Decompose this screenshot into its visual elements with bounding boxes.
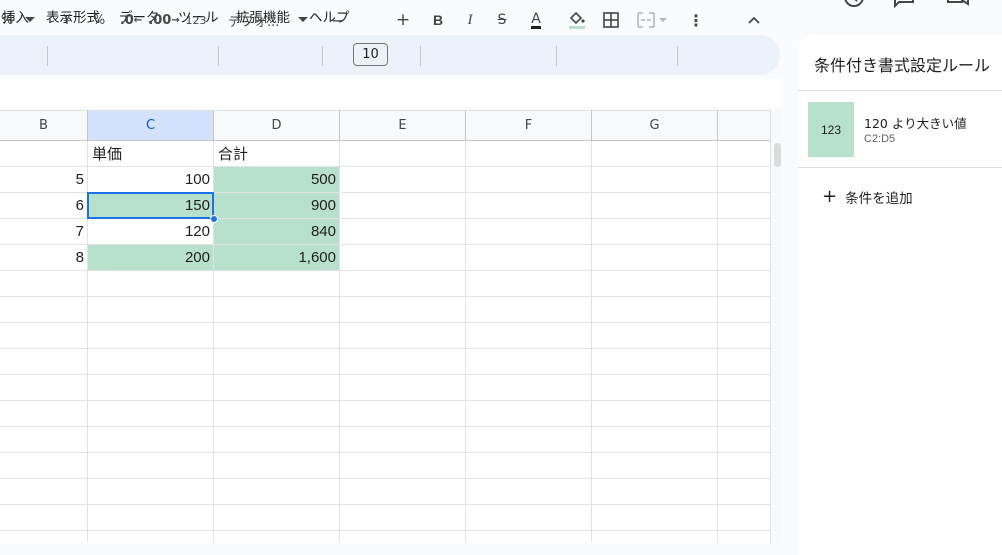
strikethrough-button[interactable]: S [492,0,512,40]
chevron-up-icon [748,16,760,24]
text-color-label: A [531,10,541,29]
cell-b-row4[interactable]: 8 [0,245,88,270]
cell-c-row4[interactable]: 200 [88,245,214,270]
cell-d-row2[interactable]: 900 [214,193,340,218]
meet-icon[interactable] [946,0,970,12]
borders-button[interactable] [600,0,622,40]
rule-description: 120 より大きい値 [864,116,967,131]
vertical-scrollbar[interactable] [770,110,782,542]
toolbar [0,35,780,75]
column-header-h[interactable] [718,110,770,141]
percent-partial-button[interactable]: % [0,0,14,40]
column-header-b[interactable]: B [0,110,88,141]
cell-c-row3[interactable]: 120 [88,219,214,244]
rule-preview-swatch: 123 [808,102,854,157]
merge-icon [637,12,655,28]
cell-d-header[interactable]: 合計 [214,141,340,166]
currency-format-button[interactable]: ¥ [55,0,79,40]
column-header-e[interactable]: E [340,110,466,141]
italic-button[interactable]: I [460,0,480,40]
fill-handle[interactable] [210,215,218,223]
chevron-down-icon [25,17,35,22]
column-header-d[interactable]: D [214,110,340,141]
decrease-decimal-label: .0 [119,12,134,28]
cell-b-row2[interactable]: 6 [0,193,88,218]
cell-b-row3[interactable]: 7 [0,219,88,244]
more-formats-dropdown[interactable] [20,0,40,40]
active-cell-selection [87,192,214,219]
plus-icon: + [822,186,838,207]
cell-c-header[interactable]: 単価 [88,141,214,166]
formula-bar[interactable] [0,79,782,107]
cell-c-row1[interactable]: 100 [88,167,214,192]
comment-icon[interactable] [892,0,916,12]
column-header-g[interactable]: G [592,110,718,141]
cell-d-row4[interactable]: 1,600 [214,245,340,270]
more-options-button[interactable]: ⋮ [686,0,706,40]
percent-format-button[interactable]: % [88,0,110,40]
cell-b-row1[interactable]: 5 [0,167,88,192]
conditional-rule-item[interactable]: 123 120 より大きい値 C2:D5 [798,90,1002,168]
chevron-down-icon [298,17,308,22]
font-size-increase-button[interactable]: + [393,0,413,40]
column-header-c[interactable]: C [88,110,214,141]
font-size-input[interactable]: 10 [353,43,388,66]
font-family-select[interactable]: デフォ... [228,0,290,40]
cell-d-row3[interactable]: 840 [214,219,340,244]
number-format-button[interactable]: 123 [184,0,208,40]
history-icon[interactable] [842,0,866,12]
fill-color-button[interactable] [565,0,589,40]
borders-icon [603,12,619,28]
rule-range: C2:D5 [864,133,896,145]
font-size-decrease-button[interactable]: − [328,0,348,40]
panel-title: 条件付き書式設定ルール [814,56,991,75]
merge-cells-button[interactable] [632,0,672,40]
decrease-decimal-button[interactable]: .0 ← [118,0,144,40]
spreadsheet-grid: B C D E F G 単価 合計 5 100 500 6 150 900 7 … [0,110,770,542]
conditional-format-panel: 条件付き書式設定ルール 123 120 より大きい値 C2:D5 + 条件を追加 [798,35,1002,555]
chevron-down-icon [659,17,667,22]
bold-button[interactable]: B [428,0,448,40]
column-header-f[interactable]: F [466,110,592,141]
increase-decimal-label: .00 [148,12,172,28]
increase-decimal-button[interactable]: .00 → [148,0,179,40]
paint-bucket-icon [569,11,585,29]
font-family-dropdown[interactable] [295,0,311,40]
text-color-button[interactable]: A [524,0,548,40]
add-rule-label: 条件を追加 [845,191,913,207]
collapse-toolbar-button[interactable] [742,0,766,40]
add-rule-button[interactable]: + 条件を追加 [822,186,913,208]
cell-d-row1[interactable]: 500 [214,167,340,192]
scrollbar-thumb[interactable] [774,143,781,167]
